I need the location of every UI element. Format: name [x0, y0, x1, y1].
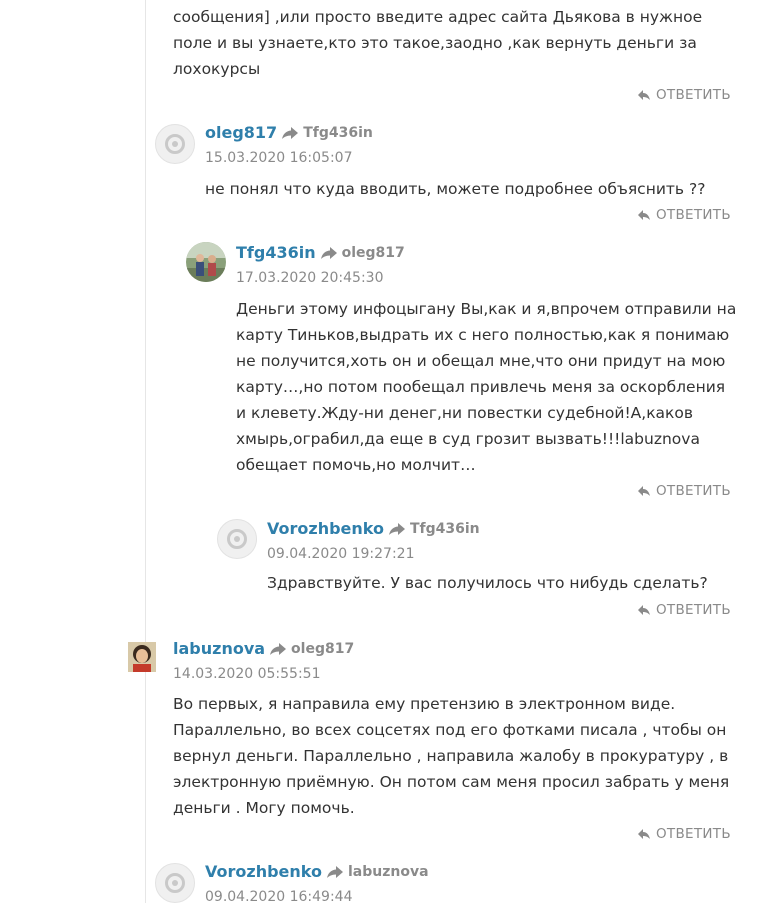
- comment-text: не понял что куда вводить, можете подроб…: [205, 180, 706, 198]
- user-photo-icon: [128, 642, 156, 672]
- comment-date: 09.04.2020 19:27:21: [267, 546, 415, 562]
- avatar[interactable]: [217, 519, 257, 559]
- comment-date: 17.03.2020 20:45:30: [236, 270, 384, 286]
- avatar[interactable]: [155, 863, 195, 903]
- comment-text: сообщения] ,или просто введите адрес сай…: [173, 8, 703, 78]
- avatar[interactable]: [186, 242, 226, 282]
- reply-button[interactable]: ОТВЕТИТЬ: [637, 483, 731, 499]
- comment-text: Здравствуйте. У вас получилось что нибуд…: [267, 574, 708, 592]
- comment-author[interactable]: oleg817: [205, 123, 277, 142]
- reply-icon: [638, 605, 650, 615]
- comment-header: Vorozhbenko labuznova: [205, 862, 429, 881]
- reply-target[interactable]: Tfg436in: [410, 521, 480, 537]
- comment-header: labuznova oleg817: [173, 639, 354, 658]
- reply-button[interactable]: ОТВЕТИТЬ: [637, 602, 731, 618]
- reply-icon: [638, 90, 650, 100]
- comment-header: Tfg436in oleg817: [236, 243, 405, 262]
- comment-author[interactable]: labuznova: [173, 639, 265, 658]
- comment-author[interactable]: Vorozhbenko: [267, 519, 384, 538]
- comment-author[interactable]: Vorozhbenko: [205, 862, 322, 881]
- user-photo-icon: [186, 242, 226, 282]
- avatar[interactable]: [155, 124, 195, 164]
- reply-target[interactable]: Tfg436in: [303, 125, 373, 141]
- comment-text: Деньги этому инфоцыгану Вы,как и я,впроч…: [236, 300, 737, 474]
- reply-arrow-icon: [282, 126, 299, 139]
- reply-target[interactable]: oleg817: [291, 641, 354, 657]
- reply-target[interactable]: oleg817: [342, 245, 405, 261]
- reply-icon: [638, 486, 650, 496]
- reply-arrow-icon: [320, 246, 337, 259]
- reply-button[interactable]: ОТВЕТИТЬ: [637, 207, 731, 223]
- comment-author[interactable]: Tfg436in: [236, 243, 316, 262]
- reply-arrow-icon: [388, 522, 405, 535]
- comment-date: 15.03.2020 16:05:07: [205, 150, 353, 166]
- reply-target[interactable]: labuznova: [348, 864, 429, 880]
- avatar[interactable]: [128, 642, 156, 672]
- comment-date: 14.03.2020 05:55:51: [173, 666, 321, 682]
- comment-text: Во первых, я направила ему претензию в э…: [173, 695, 730, 817]
- reply-arrow-icon: [270, 642, 287, 655]
- reply-icon: [638, 210, 650, 220]
- thread-line: [145, 0, 146, 903]
- comment-header: Vorozhbenko Tfg436in: [267, 519, 480, 538]
- reply-button[interactable]: ОТВЕТИТЬ: [637, 826, 731, 842]
- comment-header: oleg817 Tfg436in: [205, 123, 373, 142]
- reply-button[interactable]: ОТВЕТИТЬ: [637, 87, 731, 103]
- reply-arrow-icon: [326, 865, 343, 878]
- reply-icon: [638, 829, 650, 839]
